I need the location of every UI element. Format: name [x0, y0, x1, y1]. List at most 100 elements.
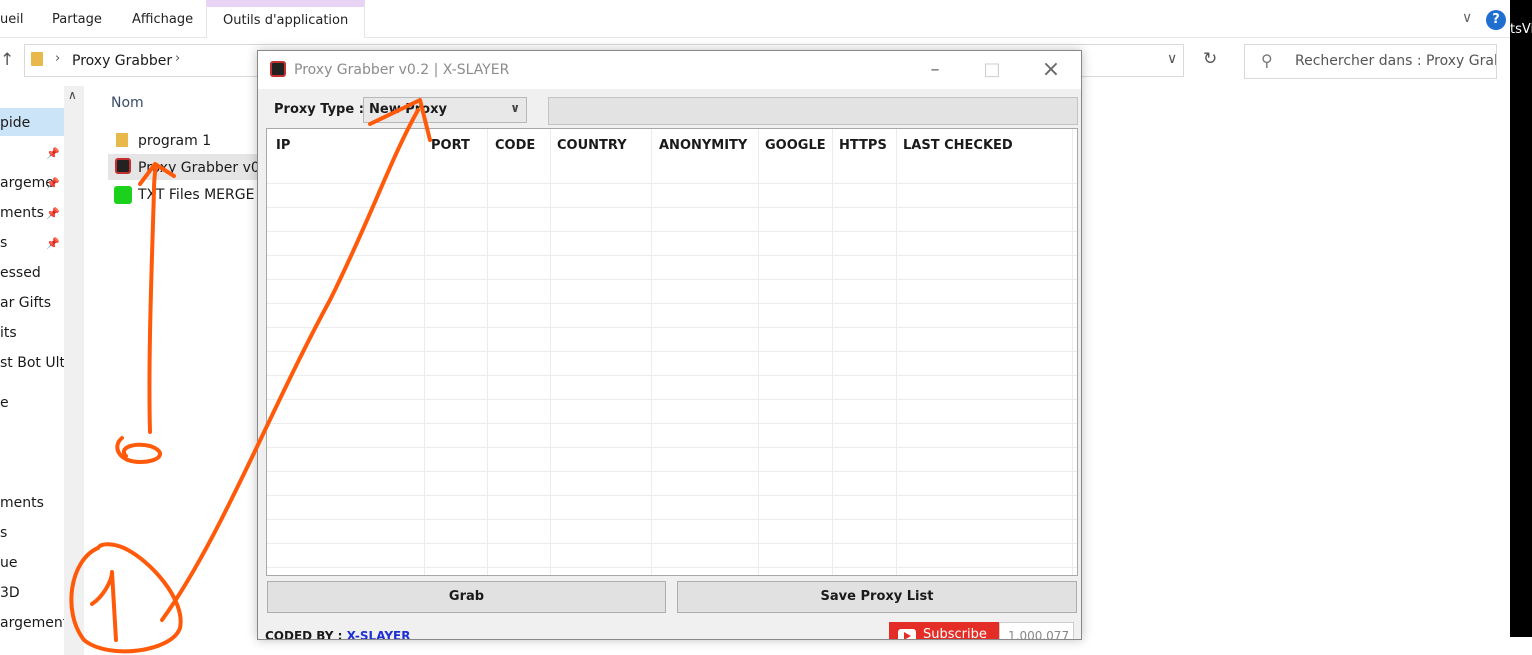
row-divider: [267, 207, 1077, 208]
subscriber-count: 1,000,077: [999, 622, 1074, 639]
app-icon: [115, 158, 131, 174]
folder-icon: [116, 133, 128, 147]
row-divider: [267, 303, 1077, 304]
proxy-table[interactable]: IP PORT CODE COUNTRY ANONYMITY GOOGLE HT…: [266, 128, 1078, 576]
row-divider: [267, 327, 1077, 328]
pin-icon[interactable]: 📌: [46, 177, 60, 190]
column-header-country[interactable]: COUNTRY: [557, 138, 627, 153]
ribbon: ueil Partage Affichage Outils d'applicat…: [0, 0, 1510, 38]
row-divider: [267, 351, 1077, 352]
file-item-proxy-grabber[interactable]: Proxy Grabber v0.2: [138, 160, 273, 176]
column-header-name[interactable]: Nom: [111, 95, 144, 111]
nav-item[interactable]: ue: [0, 555, 64, 571]
column-header-port[interactable]: PORT: [431, 138, 470, 153]
nav-scrollbar[interactable]: ∧: [64, 86, 84, 655]
proxy-type-select[interactable]: New Proxy ∨: [363, 97, 527, 123]
youtube-play-icon: [898, 629, 916, 639]
status-field: [548, 97, 1078, 125]
column-header-code[interactable]: CODE: [495, 138, 535, 153]
tab-partage[interactable]: Partage: [52, 12, 102, 27]
breadcrumb[interactable]: Proxy Grabber: [72, 53, 172, 69]
credits: CODED BY : X-SLAYER: [265, 629, 411, 640]
subscribe-label: Subscribe: [923, 627, 987, 640]
nav-item[interactable]: essed: [0, 265, 64, 281]
grab-button[interactable]: Grab: [267, 581, 666, 613]
chevron-down-icon[interactable]: ∨: [510, 101, 520, 115]
chevron-right-icon: ›: [55, 51, 61, 66]
nav-item[interactable]: ar Gifts: [0, 295, 64, 311]
proxy-type-value: New Proxy: [369, 102, 447, 117]
ribbon-expand-icon[interactable]: ∨: [1462, 10, 1472, 26]
nav-item[interactable]: argement: [0, 615, 64, 631]
nav-item[interactable]: st Bot Ulti: [0, 355, 64, 371]
proxy-type-label: Proxy Type :: [274, 102, 364, 117]
tab-affichage[interactable]: Affichage: [132, 12, 193, 27]
proxy-grabber-window: Proxy Grabber v0.2 | X-SLAYER – □ × Prox…: [257, 50, 1082, 640]
pin-icon[interactable]: 📌: [46, 237, 60, 250]
column-divider: [896, 129, 897, 575]
column-divider: [1072, 129, 1073, 575]
history-dropdown-icon[interactable]: ∨: [1167, 51, 1177, 67]
row-divider: [267, 375, 1077, 376]
refresh-icon[interactable]: ↻: [1203, 49, 1217, 69]
row-divider: [267, 255, 1077, 256]
coded-by-label: CODED BY :: [265, 629, 343, 640]
nav-item[interactable]: s: [0, 525, 64, 541]
help-icon[interactable]: ?: [1486, 10, 1506, 30]
row-divider: [267, 543, 1077, 544]
nav-item[interactable]: ments: [0, 495, 64, 511]
search-input[interactable]: ⚲ Rechercher dans : Proxy Grab...: [1244, 44, 1497, 79]
search-icon: ⚲: [1261, 51, 1273, 70]
column-divider: [832, 129, 833, 575]
row-divider: [267, 567, 1077, 568]
column-header-https[interactable]: HTTPS: [839, 138, 887, 153]
row-divider: [267, 519, 1077, 520]
column-divider: [424, 129, 425, 575]
author-link[interactable]: X-SLAYER: [347, 629, 411, 639]
column-header-last-checked[interactable]: LAST CHECKED: [903, 138, 1013, 153]
clipped-label: tsVi: [1510, 22, 1532, 37]
game-controller-icon: [114, 186, 132, 204]
nav-item[interactable]: 3D: [0, 585, 64, 601]
right-edge-strip: [1510, 0, 1532, 637]
title-bar[interactable]: Proxy Grabber v0.2 | X-SLAYER – □ ×: [258, 51, 1081, 89]
search-placeholder: Rechercher dans : Proxy Grab...: [1295, 53, 1497, 69]
file-list: Nom program 1 Proxy Grabber v0.2 TXT Fil…: [100, 86, 273, 646]
tab-outils-application[interactable]: Outils d'application: [206, 0, 366, 38]
row-divider: [267, 279, 1077, 280]
subscribe-button[interactable]: Subscribe: [889, 622, 999, 640]
nav-item[interactable]: e: [0, 395, 64, 411]
row-divider: [267, 423, 1077, 424]
row-divider: [267, 399, 1077, 400]
pin-icon[interactable]: 📌: [46, 147, 60, 160]
save-proxy-list-button[interactable]: Save Proxy List: [677, 581, 1077, 613]
column-header-google[interactable]: GOOGLE: [765, 138, 826, 153]
column-header-ip[interactable]: IP: [276, 138, 290, 153]
up-arrow-icon[interactable]: ↑: [0, 50, 14, 70]
column-divider: [651, 129, 652, 575]
chevron-right-icon[interactable]: ›: [175, 51, 180, 66]
row-divider: [267, 183, 1077, 184]
row-divider: [267, 495, 1077, 496]
nav-item[interactable]: pide: [0, 115, 64, 131]
nav-item[interactable]: its: [0, 325, 64, 341]
column-divider: [487, 129, 488, 575]
scroll-up-icon[interactable]: ∧: [68, 88, 77, 102]
row-divider: [267, 447, 1077, 448]
folder-icon: [31, 52, 43, 66]
column-header-anonymity[interactable]: ANONYMITY: [659, 138, 747, 153]
pin-icon[interactable]: 📌: [46, 207, 60, 220]
tab-accueil[interactable]: ueil: [0, 12, 23, 27]
minimize-icon[interactable]: –: [921, 57, 949, 83]
file-item-txt-merge[interactable]: TXT Files MERGE b: [138, 187, 268, 203]
app-icon: [270, 61, 286, 77]
row-divider: [267, 471, 1077, 472]
window-title: Proxy Grabber v0.2 | X-SLAYER: [294, 62, 510, 78]
column-divider: [758, 129, 759, 575]
table-header: IP PORT CODE COUNTRY ANONYMITY GOOGLE HT…: [267, 129, 1077, 161]
maximize-icon[interactable]: □: [978, 57, 1006, 83]
file-item-program[interactable]: program 1: [138, 133, 211, 149]
close-icon[interactable]: ×: [1037, 57, 1065, 83]
column-divider: [550, 129, 551, 575]
row-divider: [267, 231, 1077, 232]
